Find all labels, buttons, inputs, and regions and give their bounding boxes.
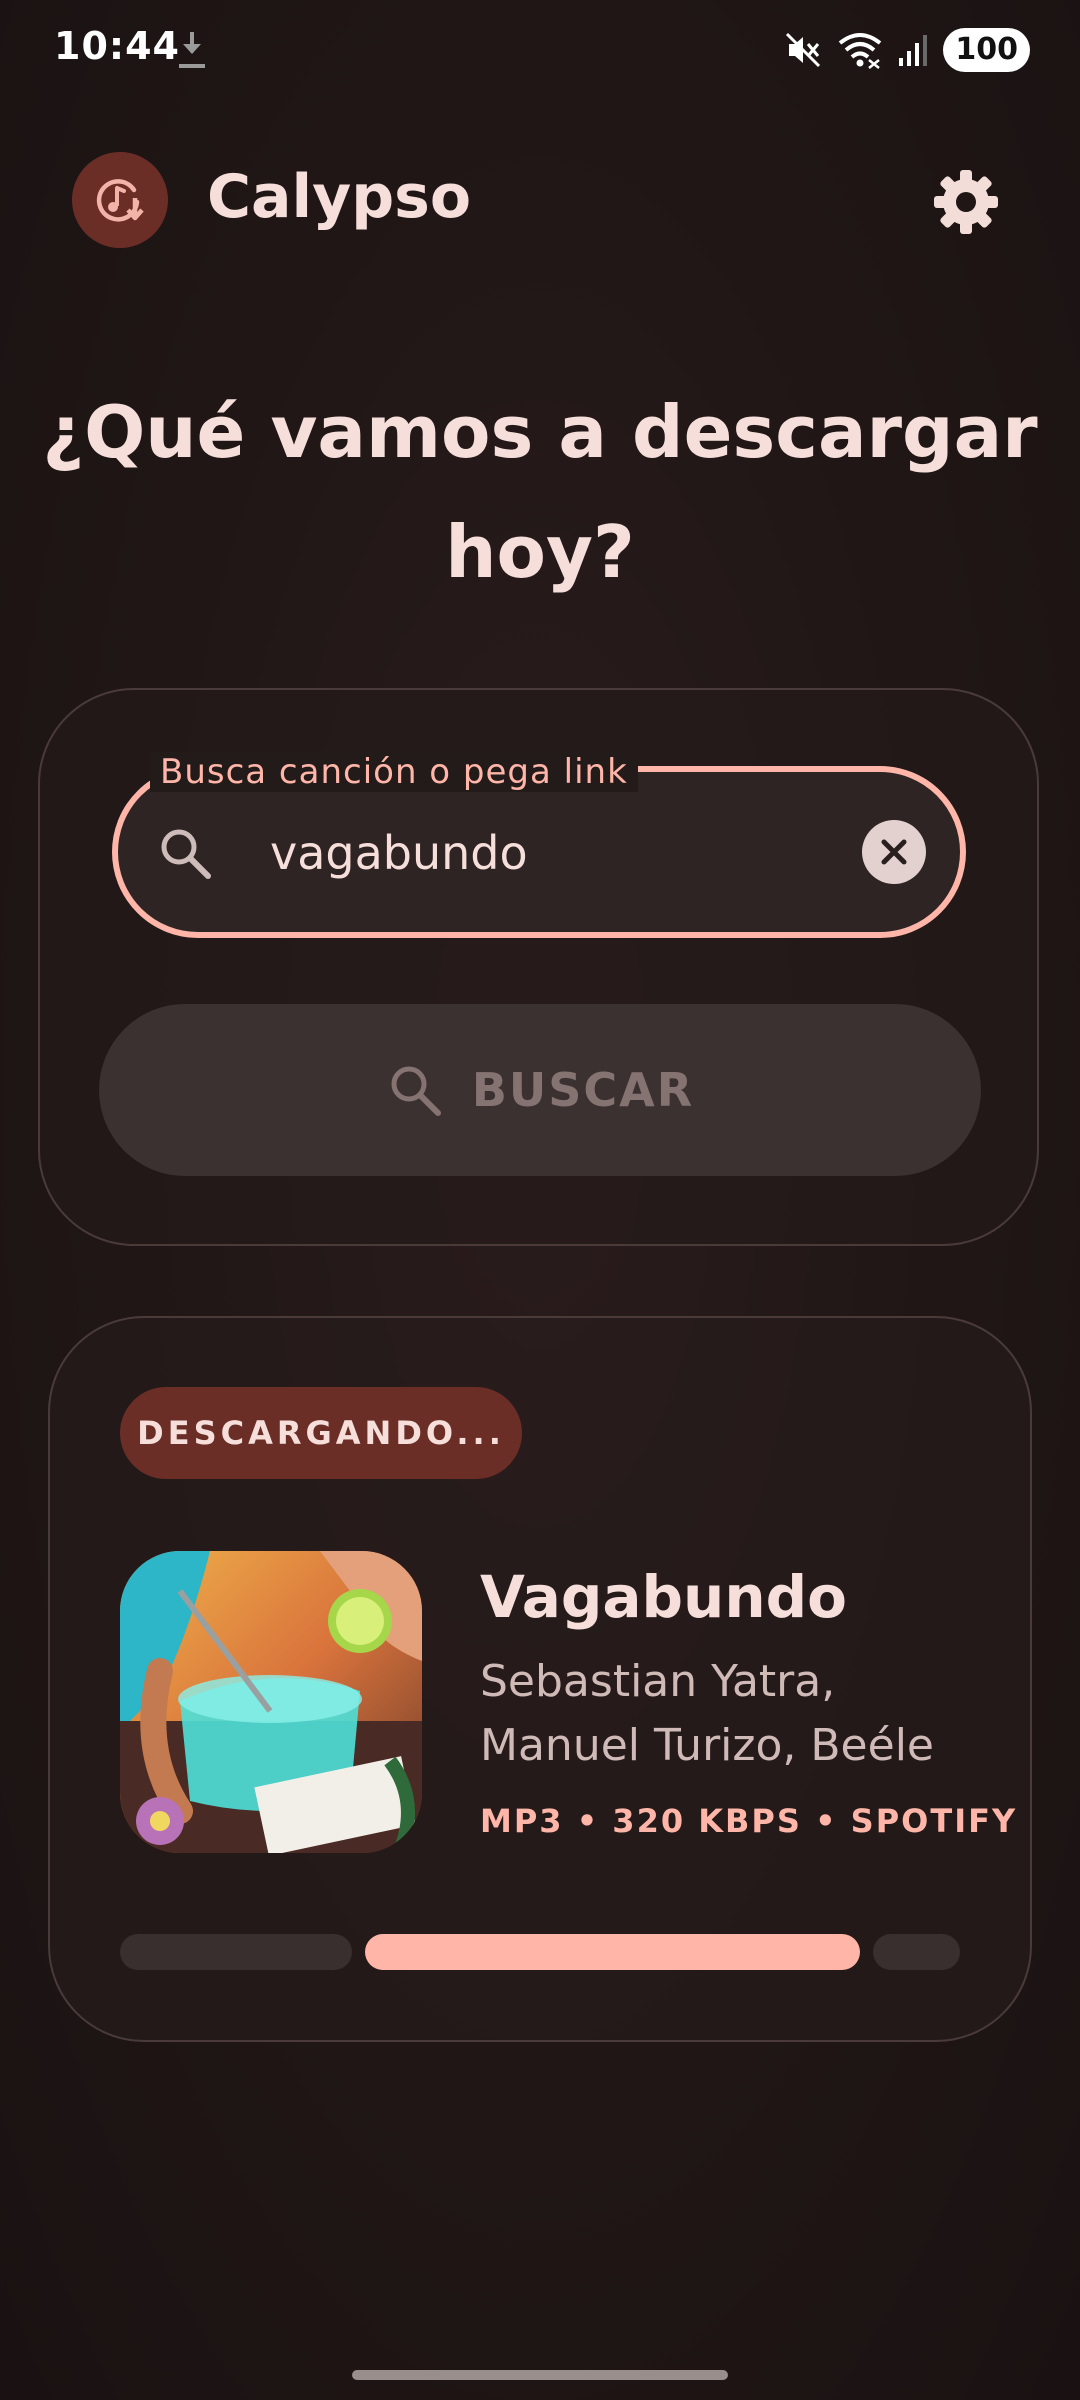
battery-indicator: 100 [943,28,1030,72]
search-input[interactable] [270,808,830,898]
download-progress [120,1934,960,1970]
app-title: Calypso [207,162,472,232]
download-icon [179,32,205,68]
wifi-icon [839,33,882,69]
search-button[interactable]: BUSCAR [99,1004,981,1176]
music-download-icon [96,179,144,222]
gear-icon[interactable] [932,168,1000,236]
track-meta: MP3 • 320 KBPS • SPOTIFY [480,1802,1018,1840]
progress-indicator [365,1934,860,1970]
home-indicator[interactable] [352,2370,728,2380]
app-logo [72,152,168,248]
progress-segment-right [873,1934,960,1970]
signal-icon [899,35,928,66]
status-badge: DESCARGANDO... [120,1387,522,1479]
search-field-label: Busca canción o pega link [150,752,638,792]
search-icon [161,829,211,879]
page-heading: ¿Qué vamos a descargar hoy? [42,390,1038,594]
screen: 10:44 100 Calypso ¿Qué vamos a descargar… [0,0,1080,2400]
status-icons: 100 [783,24,1030,76]
track-title: Vagabundo [480,1563,847,1631]
search-button-label: BUSCAR [471,1063,695,1117]
close-icon [881,839,907,865]
album-art [120,1551,422,1853]
search-icon [391,1066,441,1116]
status-time: 10:44 [54,24,180,68]
track-artists: Sebastian Yatra, Manuel Turizo, Beéle [480,1656,934,1771]
progress-segment-left [120,1934,352,1970]
clear-button[interactable] [862,820,926,884]
status-bar: 10:44 100 [0,0,1080,100]
mute-icon [786,32,821,68]
